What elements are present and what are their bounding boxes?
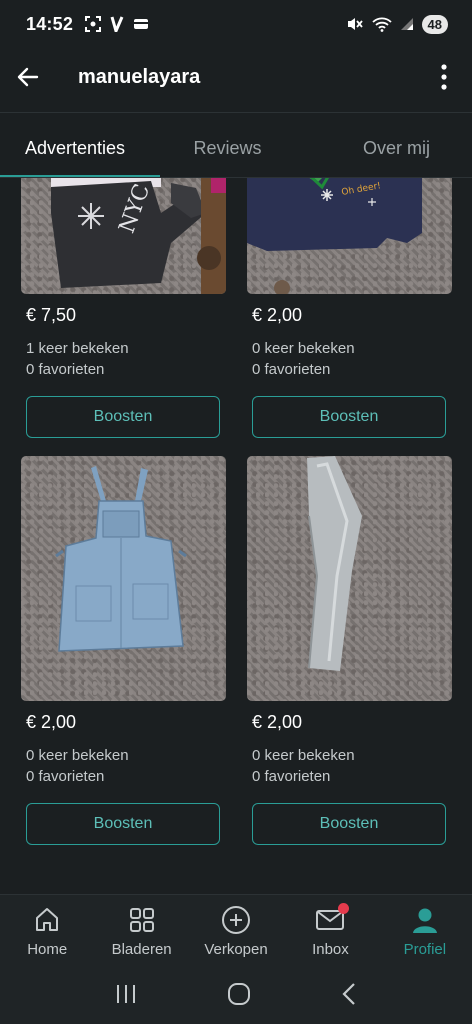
- status-notification-icons: [85, 16, 149, 32]
- app-bar: manuelayara: [0, 48, 472, 106]
- listing-card[interactable]: Oh deer! € 2,00 0 keer bekeken 0 favorie…: [247, 178, 452, 460]
- listing-favorites: 0 favorieten: [26, 361, 105, 378]
- nav-verkopen[interactable]: Verkopen: [189, 895, 283, 968]
- listing-price: € 2,00: [26, 712, 77, 732]
- denim-dungaree-dress-photo[interactable]: [21, 456, 226, 701]
- bottom-navigation: Home Bladeren Verkopen Inbox Profiel: [0, 894, 472, 968]
- arrow-left-icon: [17, 67, 39, 87]
- nav-bladeren[interactable]: Bladeren: [94, 895, 188, 968]
- recent-apps-icon: [117, 984, 135, 1003]
- listing-card[interactable]: € 2,00 0 keer bekeken 0 favorieten Boost…: [247, 456, 452, 867]
- chevron-left-icon: [342, 982, 355, 1005]
- boost-button[interactable]: Boosten: [26, 396, 220, 438]
- listings-grid: NYC € 7,50 1 keer bekeken 0 favorieten B…: [21, 178, 452, 867]
- listing-price: € 7,50: [26, 305, 77, 325]
- status-system-icons: 48: [346, 14, 448, 34]
- listing-price: € 2,00: [252, 712, 303, 732]
- wifi-icon: [371, 17, 392, 32]
- nav-profiel[interactable]: Profiel: [378, 895, 472, 968]
- listing-favorites: 0 favorieten: [26, 768, 105, 785]
- mail-icon: [315, 903, 350, 935]
- battery-indicator: 48: [421, 14, 448, 34]
- status-time: 14:52: [26, 13, 74, 34]
- tab-over-mij[interactable]: Over mij: [295, 118, 472, 178]
- navy-christmas-sweater-photo[interactable]: Oh deer!: [247, 178, 452, 294]
- listing-views: 1 keer bekeken: [26, 340, 129, 357]
- nav-bladeren-label: Bladeren: [111, 941, 172, 958]
- tab-advertenties[interactable]: Advertenties: [0, 118, 160, 178]
- grid-icon: [127, 905, 157, 935]
- black-hoodie-photo[interactable]: NYC: [21, 178, 226, 294]
- nav-inbox-label: Inbox: [312, 941, 349, 958]
- home-button[interactable]: [227, 982, 251, 1011]
- listings-scroll-area[interactable]: NYC € 7,50 1 keer bekeken 0 favorieten B…: [0, 178, 472, 894]
- nav-verkopen-label: Verkopen: [204, 941, 268, 958]
- listing-favorites: 0 favorieten: [252, 361, 331, 378]
- nav-inbox[interactable]: Inbox: [283, 895, 377, 968]
- silver-leggings-photo[interactable]: [247, 456, 452, 701]
- system-navigation-bar: [0, 968, 472, 1024]
- more-options-button[interactable]: [416, 48, 472, 106]
- listing-views: 0 keer bekeken: [26, 747, 129, 764]
- listing-views: 0 keer bekeken: [252, 747, 355, 764]
- boost-button[interactable]: Boosten: [252, 396, 446, 438]
- mute-icon: [347, 18, 363, 30]
- wallet-icon: [134, 19, 149, 29]
- boost-button[interactable]: Boosten: [26, 803, 220, 845]
- more-vertical-icon: [441, 64, 447, 90]
- back-button[interactable]: [0, 48, 56, 106]
- screenshot-icon: [85, 16, 102, 32]
- profile-icon: [410, 905, 440, 935]
- inbox-badge: [338, 903, 350, 914]
- plus-circle-icon: [221, 905, 251, 935]
- home-circle-icon: [228, 982, 250, 1005]
- listing-views: 0 keer bekeken: [252, 340, 355, 357]
- page-title: manuelayara: [78, 65, 201, 88]
- nav-home[interactable]: Home: [0, 895, 94, 968]
- status-bar: 14:52 48: [0, 0, 472, 48]
- listing-price: € 2,00: [252, 305, 303, 325]
- app-bar-divider: [0, 112, 472, 113]
- recent-apps-button[interactable]: [115, 984, 137, 1009]
- nav-profiel-label: Profiel: [403, 941, 447, 958]
- listing-card[interactable]: € 2,00 0 keer bekeken 0 favorieten Boost…: [21, 456, 226, 867]
- home-icon: [32, 905, 62, 935]
- listing-favorites: 0 favorieten: [252, 768, 331, 785]
- system-back-button[interactable]: [341, 982, 357, 1011]
- boost-button[interactable]: Boosten: [252, 803, 446, 845]
- profile-tabs: Advertenties Reviews Over mij: [0, 118, 472, 178]
- vinted-notification-icon: [110, 16, 124, 32]
- listing-card[interactable]: NYC € 7,50 1 keer bekeken 0 favorieten B…: [21, 178, 226, 460]
- signal-icon: [400, 18, 413, 30]
- tab-reviews[interactable]: Reviews: [160, 118, 295, 178]
- nav-home-label: Home: [27, 941, 68, 958]
